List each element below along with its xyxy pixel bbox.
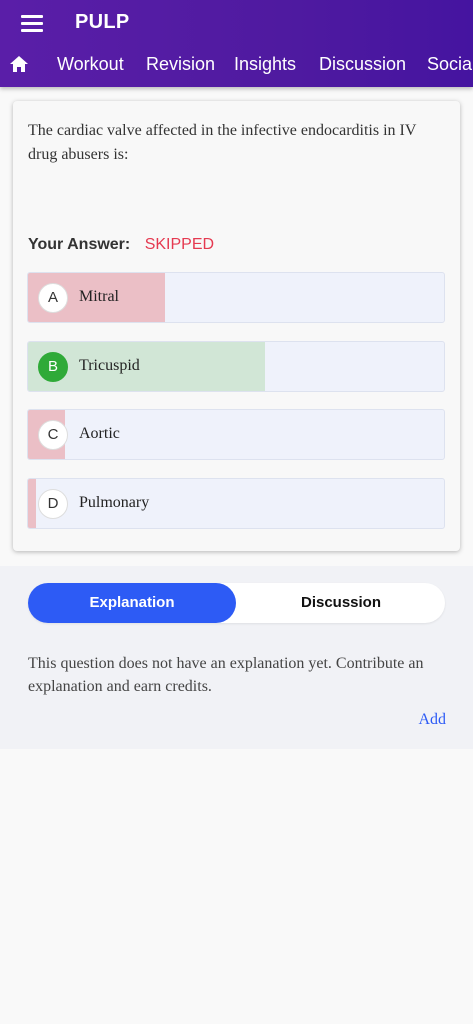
tab-social[interactable]: Social: [427, 54, 473, 75]
explanation-toggle: Explanation Discussion: [28, 583, 445, 623]
home-icon[interactable]: [9, 55, 29, 73]
tab-revision[interactable]: Revision: [146, 54, 215, 75]
option-a[interactable]: A Mitral: [27, 272, 445, 323]
option-text: Aortic: [79, 425, 120, 442]
option-letter: D: [38, 489, 68, 519]
app-title: PULP: [75, 11, 130, 33]
your-answer-row: Your Answer: SKIPPED: [28, 236, 214, 254]
option-c[interactable]: C Aortic: [27, 409, 445, 460]
option-letter: A: [38, 283, 68, 313]
explanation-text: This question does not have an explanati…: [28, 655, 424, 695]
explanation-tab-button[interactable]: Explanation: [28, 583, 236, 623]
nav-tabs: Workout Revision Insights Discussion Soc…: [0, 44, 473, 84]
tab-insights[interactable]: Insights: [234, 54, 296, 75]
option-b[interactable]: B Tricuspid: [27, 341, 445, 392]
option-text: Pulmonary: [79, 494, 150, 511]
question-text: The cardiac valve affected in the infect…: [28, 122, 417, 163]
your-answer-label: Your Answer:: [28, 236, 131, 253]
option-text: Tricuspid: [79, 357, 140, 374]
option-text: Mitral: [79, 288, 119, 305]
discussion-tab-button[interactable]: Discussion: [237, 583, 445, 623]
response-bar: [28, 479, 37, 528]
app-bar: PULP Workout Revision Insights Discussio…: [0, 0, 473, 87]
answer-status: SKIPPED: [144, 236, 215, 253]
add-explanation-link[interactable]: Add: [418, 711, 446, 729]
question-card: The cardiac valve affected in the infect…: [13, 101, 460, 551]
hamburger-menu-icon[interactable]: [21, 15, 43, 33]
tab-discussion[interactable]: Discussion: [319, 54, 406, 75]
explanation-section: Explanation Discussion This question doe…: [0, 566, 473, 749]
tab-workout[interactable]: Workout: [57, 54, 124, 75]
option-letter: C: [38, 420, 68, 450]
option-d[interactable]: D Pulmonary: [27, 478, 445, 529]
option-letter: B: [38, 352, 68, 382]
